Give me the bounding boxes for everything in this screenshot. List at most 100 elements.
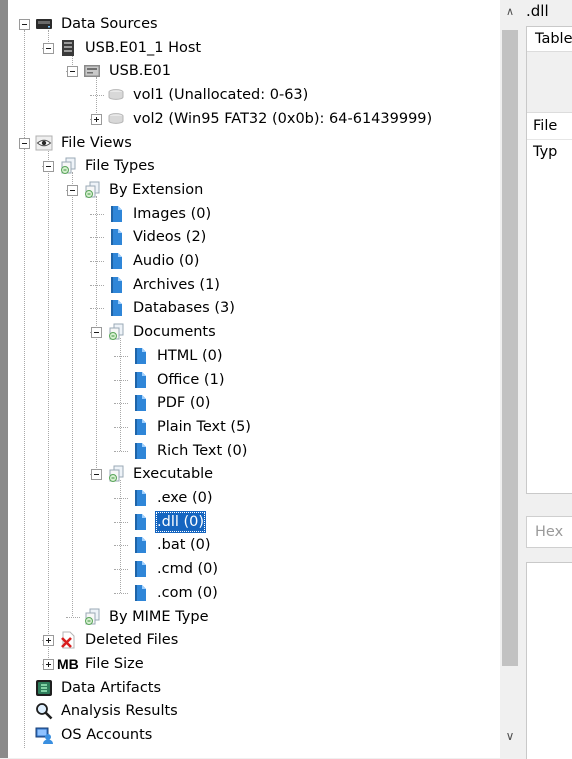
tree-node-label: PDF (0) [157, 395, 211, 412]
tree-node-usb-e01[interactable]: USB.E01 [8, 60, 500, 82]
accounts-icon [35, 724, 53, 746]
deleted-file-icon [59, 629, 77, 651]
expand-toggle-icon[interactable] [43, 635, 54, 647]
left-panel-edge [0, 0, 8, 758]
tree-node-label: .com (0) [157, 584, 218, 601]
tree-vertical-scrollbar[interactable]: ∧ ∨ [500, 0, 520, 758]
tree-node-label: Data Sources [61, 16, 158, 32]
tree-node-label: vol2 (Win95 FAT32 (0x0b): 64-61439999) [133, 110, 433, 127]
scrollbar-thumb[interactable] [502, 30, 518, 666]
tree-node-vol1[interactable]: vol1 (Unallocated: 0-63) [8, 84, 500, 106]
tree-node-documents[interactable]: Documents [8, 321, 500, 343]
tree-node-label: Plain Text (5) [157, 418, 251, 435]
tree-node-by-extension[interactable]: By Extension [8, 179, 500, 201]
tree-node-html[interactable]: HTML (0) [8, 345, 500, 367]
file-icon [131, 534, 149, 556]
result-table-container: Table File Typ [526, 26, 572, 494]
artifacts-icon [35, 677, 53, 699]
tree-node-rich-text[interactable]: Rich Text (0) [8, 440, 500, 462]
file-icon [107, 203, 125, 225]
tree-node-dll[interactable]: .dll (0) [8, 510, 500, 533]
tree-node-executable[interactable]: Executable [8, 463, 500, 485]
file-icon [107, 297, 125, 319]
tree-node-label: Deleted Files [85, 632, 179, 649]
server-icon [59, 37, 77, 59]
content-viewer-area [526, 562, 572, 759]
tree-node-file-types[interactable]: File Types [8, 155, 500, 177]
tree-node-os-accounts[interactable]: OS Accounts [8, 724, 500, 746]
file-icon [131, 511, 149, 533]
collapse-toggle-icon[interactable] [91, 327, 102, 339]
tab-hex[interactable]: Hex [526, 516, 572, 548]
tree-node-pdf[interactable]: PDF (0) [8, 392, 500, 414]
collapse-toggle-icon[interactable] [91, 469, 102, 481]
tree-node-by-mime-type[interactable]: By MIME Type [8, 606, 500, 628]
tree-node-label: By Extension [109, 181, 204, 198]
expand-toggle-icon[interactable] [91, 113, 102, 125]
tree-node-audio[interactable]: Audio (0) [8, 250, 500, 272]
collapse-toggle-icon[interactable] [19, 19, 30, 30]
tree-node-archives[interactable]: Archives (1) [8, 274, 500, 296]
tree-node-label: Rich Text (0) [157, 442, 248, 459]
tree-node-images[interactable]: Images (0) [8, 203, 500, 225]
tree-node-label: Executable [133, 466, 214, 483]
file-filter-icon [83, 179, 101, 201]
tree-node-vol2[interactable]: vol2 (Win95 FAT32 (0x0b): 64-61439999) [8, 108, 500, 130]
drive-icon [35, 13, 53, 35]
tree-node-exe[interactable]: .exe (0) [8, 487, 500, 509]
volume-icon [107, 108, 125, 130]
tree-node-plain-text[interactable]: Plain Text (5) [8, 416, 500, 438]
collapse-toggle-icon[interactable] [67, 184, 78, 196]
file-icon [131, 440, 149, 462]
tree-node-usb-host[interactable]: USB.E01_1 Host [8, 37, 500, 59]
tree-node-file-size[interactable]: MB File Size [8, 653, 500, 675]
result-viewer-title: .dll [526, 2, 549, 20]
file-icon [107, 274, 125, 296]
disk-image-icon [83, 60, 101, 82]
tree-node-bat[interactable]: .bat (0) [8, 534, 500, 556]
file-icon [131, 369, 149, 391]
tree-node-label: File Size [85, 655, 144, 672]
tree-node-label: Images (0) [133, 205, 212, 222]
tree-node-deleted-files[interactable]: Deleted Files [8, 629, 500, 651]
collapse-toggle-icon[interactable] [19, 137, 30, 149]
tree-node-label: Audio (0) [133, 253, 200, 269]
file-icon [131, 487, 149, 509]
file-icon [131, 345, 149, 367]
tree-node-label: Office (1) [157, 371, 225, 388]
tree-node-databases[interactable]: Databases (3) [8, 297, 500, 319]
volume-icon [107, 84, 125, 106]
expand-toggle-icon[interactable] [43, 658, 54, 670]
tab-table[interactable]: Table [527, 27, 572, 52]
result-viewer-panel: .dll Table File Typ Hex [520, 0, 572, 759]
tree-node-analysis-results[interactable]: Analysis Results [8, 700, 500, 722]
tree-node-label: HTML (0) [157, 347, 223, 364]
directory-tree-panel[interactable]: Data Sources USB.E01_1 Host USB.E01 vol1 (U… [8, 0, 501, 758]
tree-node-label: File Types [85, 158, 155, 175]
file-filter-icon [59, 155, 77, 177]
tree-node-com[interactable]: .com (0) [8, 582, 500, 604]
tree-node-label: By MIME Type [109, 608, 209, 625]
tree-node-label: Databases (3) [133, 300, 235, 317]
tree-node-data-artifacts[interactable]: Data Artifacts [8, 677, 500, 699]
collapse-toggle-icon[interactable] [67, 66, 78, 78]
scroll-down-arrow-icon[interactable]: ∨ [502, 728, 518, 744]
svg-text:MB: MB [57, 656, 79, 672]
tree-node-data-sources[interactable]: Data Sources [8, 13, 500, 35]
tree-node-file-views[interactable]: File Views [8, 132, 500, 154]
file-icon [107, 250, 125, 272]
column-header-file-type[interactable]: File Typ [527, 113, 572, 160]
tree-node-label: OS Accounts [61, 727, 153, 743]
collapse-toggle-icon[interactable] [43, 161, 54, 173]
collapse-toggle-icon[interactable] [43, 42, 54, 54]
file-filter-icon [83, 606, 101, 628]
tree-node-label: Analysis Results [61, 703, 178, 720]
tree-node-videos[interactable]: Videos (2) [8, 226, 500, 248]
tree-node-label: Archives (1) [133, 276, 220, 293]
tree-node-label: Videos (2) [133, 229, 207, 246]
tree-node-cmd[interactable]: .cmd (0) [8, 558, 500, 580]
file-icon [131, 558, 149, 580]
scroll-up-arrow-icon[interactable]: ∧ [502, 4, 518, 20]
tree-node-label: .dll (0) [155, 510, 207, 533]
tree-node-office[interactable]: Office (1) [8, 369, 500, 391]
